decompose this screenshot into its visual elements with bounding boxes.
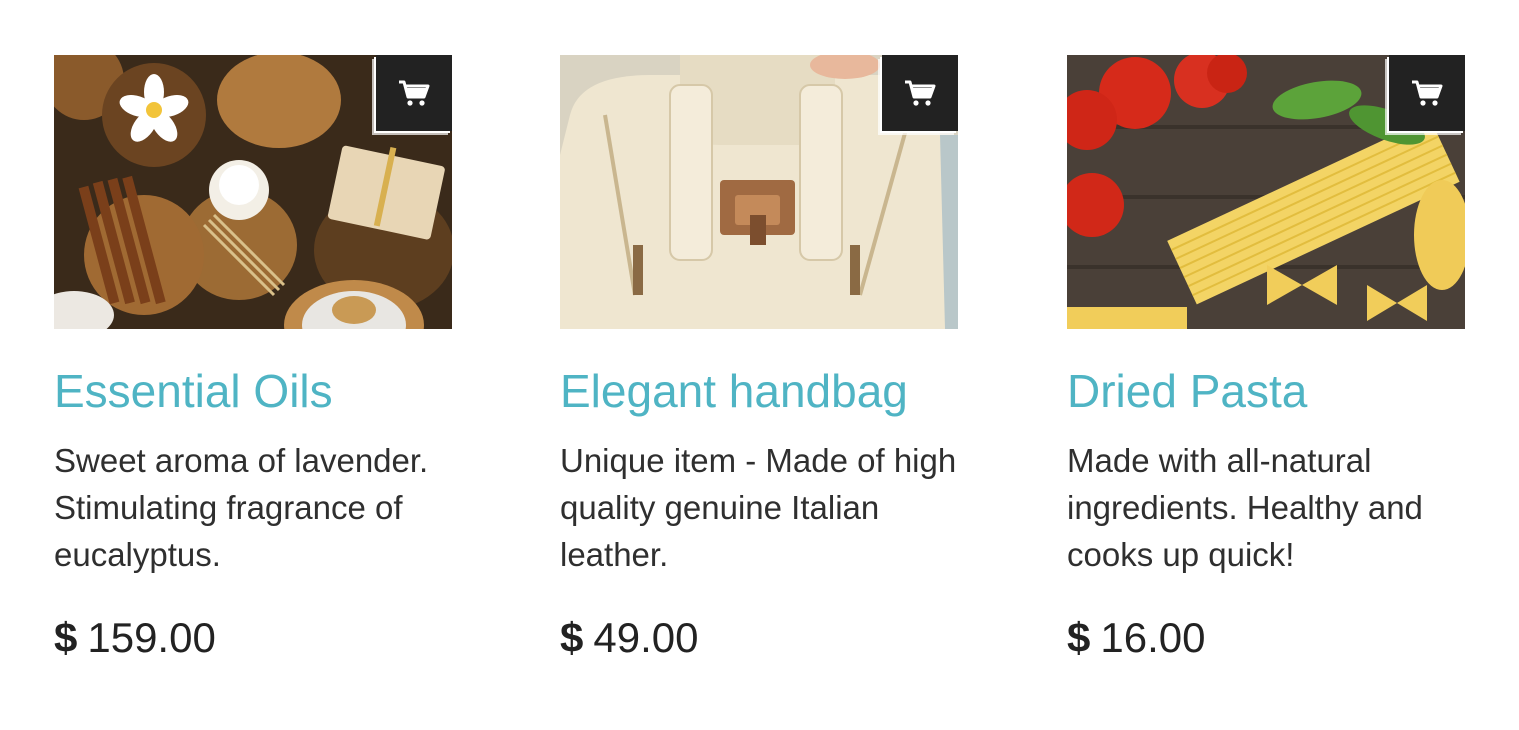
product-price: $49.00: [560, 612, 958, 664]
shopping-cart-icon: [1412, 80, 1443, 106]
product-grid: Essential Oils Sweet aroma of lavender. …: [0, 0, 1519, 730]
product-title[interactable]: Dried Pasta: [1067, 363, 1465, 419]
currency-symbol: $: [54, 614, 78, 661]
product-title[interactable]: Essential Oils: [54, 363, 452, 419]
product-description: Unique item - Made of high quality genui…: [560, 442, 957, 573]
product-description: Made with all-natural ingredients. Healt…: [1067, 442, 1423, 573]
add-to-cart-button[interactable]: [1389, 55, 1465, 131]
currency-symbol: $: [1067, 614, 1091, 661]
price-amount: 159.00: [87, 614, 216, 661]
add-to-cart-button[interactable]: [882, 55, 958, 131]
product-card: Dried Pasta Made with all-natural ingred…: [1067, 55, 1465, 664]
product-image[interactable]: [1067, 55, 1465, 329]
product-description: Sweet aroma of lavender. Stimulating fra…: [54, 442, 429, 573]
shopping-cart-icon: [399, 80, 430, 106]
product-card: Essential Oils Sweet aroma of lavender. …: [54, 55, 452, 664]
product-title[interactable]: Elegant handbag: [560, 363, 958, 419]
add-to-cart-button[interactable]: [376, 55, 452, 131]
product-image[interactable]: [54, 55, 452, 329]
product-price: $16.00: [1067, 612, 1465, 664]
product-card: Elegant handbag Unique item - Made of hi…: [560, 55, 958, 664]
product-image[interactable]: [560, 55, 958, 329]
shopping-cart-icon: [905, 80, 936, 106]
product-price: $159.00: [54, 612, 452, 664]
price-amount: 16.00: [1100, 614, 1206, 661]
currency-symbol: $: [560, 614, 584, 661]
price-amount: 49.00: [593, 614, 699, 661]
